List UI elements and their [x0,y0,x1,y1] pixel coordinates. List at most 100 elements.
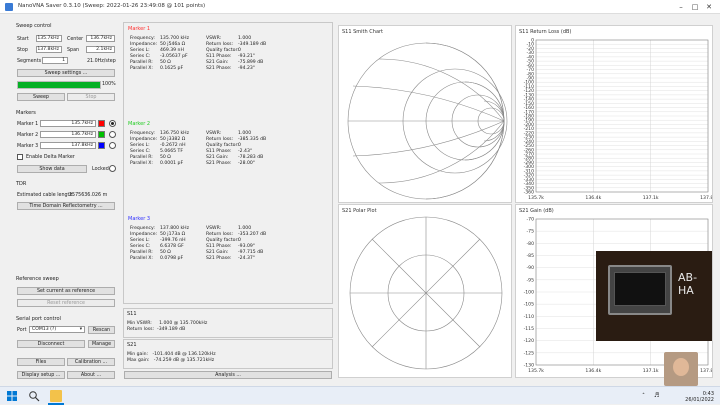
return-loss-xtick-label: 137.1k [643,195,659,201]
marker-data-area: Marker 1 Frequency: Impedance: Series L: Ser… [123,22,333,304]
show-data-button[interactable]: Show data [17,165,87,173]
return-loss-ytick-label: -360 [524,190,535,196]
marker3-label: Marker 3 [17,144,39,149]
gain-ytick-label: -130 [524,363,535,369]
smith-chart[interactable]: S11 Smith Chart [338,25,512,203]
maximize-icon[interactable]: □ [690,2,700,12]
files-button[interactable]: Files [17,358,65,366]
file-explorer-icon[interactable] [50,390,62,402]
marker1-field[interactable]: 135.7kHz [40,120,96,127]
marker2-label: Marker 2 [17,133,39,138]
polar-chart-svg [349,216,503,370]
locked-label: Locked [92,167,109,172]
delta-marker-checkbox[interactable] [17,154,23,160]
gain-xtick-label: 135.7k [528,368,544,374]
marker3-right-vals-1: -353.207 dB [238,232,267,237]
sweep-progress-fill [18,82,100,88]
smith-x-arc-9 [352,85,505,122]
marker3-color-swatch[interactable] [98,142,105,149]
rescan-button[interactable]: Rescan [88,326,115,334]
marker2-panel: Marker 2 Frequency: Impedance: Series L: Ser… [126,119,332,211]
app-icon [5,3,13,11]
span-field[interactable]: 2.1kHz [86,46,115,53]
left-controls: Sweep control Start 135.7kHz Center 136.… [0,14,122,386]
marker2-right-vals-5: -28.00° [238,161,256,166]
presenter-webcam [664,352,698,386]
sweep-button[interactable]: Sweep [17,93,65,101]
disconnect-button[interactable]: Disconnect [17,340,85,348]
gain-ytick-label: -75 [526,229,534,235]
marker1-right-vals-1: -349.189 dB [238,42,267,47]
marker1-color-swatch[interactable] [98,120,105,127]
markers-title: Markers [16,110,36,116]
smith-x-arc-7 [483,100,505,122]
minimize-icon[interactable]: – [676,2,686,12]
progress-text: 100% [102,82,116,87]
cable-length-label: Estimated cable length: [17,193,75,198]
span-label: Span [67,48,80,53]
gain-xtick-label: 137.8k [700,368,712,374]
reset-reference-button[interactable]: Reset reference [17,299,115,307]
gain-ytick-label: -100 [524,290,535,296]
webcam-text: AB-HA [678,271,698,297]
presenter-face-image [673,358,689,376]
manage-button[interactable]: Manage [88,340,115,348]
port-value: COM13 (?) [32,327,57,332]
port-select[interactable]: COM13 (?) ▾ [29,326,85,333]
serial-title: Serial port control [16,316,61,322]
smith-chart-svg [347,42,508,200]
marker1-radio[interactable] [109,120,116,127]
marker3-right-keys-5: S21 Phase: [206,256,232,261]
port-label: Port [17,328,27,333]
gain-ytick-label: -120 [524,338,535,344]
chevron-up-icon[interactable]: ˆ [642,393,645,400]
polar-chart[interactable]: S21 Polar Plot [338,204,512,378]
center-field[interactable]: 136.7kHz [86,35,115,42]
marker2-radio[interactable] [109,131,116,138]
marker3-right-vals-5: -24.37° [238,256,256,261]
windows-start-icon[interactable] [6,390,18,402]
calibration-button[interactable]: Calibration ... [67,358,115,366]
marker2-right-keys-5: S21 Phase: [206,161,232,166]
gain-ytick-label: -85 [526,253,534,259]
marker3-field[interactable]: 137.8kHz [40,142,96,149]
tdr-title: TDR [16,181,27,187]
marker3-panel: Marker 3 Frequency: Impedance: Series L: Ser… [126,214,332,304]
marker2-color-swatch[interactable] [98,131,105,138]
locked-radio[interactable] [109,165,116,172]
center-label: Center [67,37,84,42]
stop-field[interactable]: 137.8kHz [36,46,62,53]
analysis-button[interactable]: Analysis ... [124,371,332,379]
s21-summary-panel: S21 Min gain: -101.404 dB @ 136.120kHz M… [123,339,333,369]
display-setup-button[interactable]: Display setup ... [17,371,65,379]
marker3-left-vals-5: 0.0798 pF [160,256,184,261]
taskbar: ˆ ♬ 0:43 26/01/2022 [0,386,720,405]
sweep-progress-bar [17,81,101,89]
gain-ytick-label: -105 [524,302,535,308]
taskbar-clock[interactable]: 0:43 26/01/2022 [685,391,714,403]
return-loss-xtick-label: 135.7k [528,195,544,201]
about-button[interactable]: About ... [67,371,115,379]
marker1-right-keys-5: S21 Phase: [206,66,232,71]
nanovna-device-image [608,265,672,315]
gain-ytick-label: -95 [526,277,534,283]
start-field[interactable]: 135.7kHz [36,35,62,42]
speaker-icon[interactable]: ♬ [654,392,659,399]
search-icon[interactable] [28,390,40,402]
tdr-button[interactable]: Time Domain Reflectometry ... [17,202,115,210]
segments-label: Segments [17,59,42,64]
sweep-settings-button[interactable]: Sweep settings ... [17,69,115,77]
start-label: Start [17,37,29,42]
s11-summary-line2: Return loss: -349.189 dB [127,327,186,332]
stop-button[interactable]: Stop [67,93,115,101]
stop-label: Stop [17,48,28,53]
return-loss-chart[interactable]: S11 Return Loss (dB) 0 -10 -20 -30 -40 -50 -60… [515,25,713,203]
close-icon[interactable]: ✕ [704,2,714,12]
marker1-right-vals-5: -94.23° [238,66,256,71]
set-reference-button[interactable]: Set current as reference [17,287,115,295]
marker2-field[interactable]: 136.7kHz [40,131,96,138]
marker3-radio[interactable] [109,142,116,149]
segments-field[interactable]: 1 [42,57,68,64]
s11-summary-title: S11 [127,311,137,317]
marker1-panel: Marker 1 Frequency: Impedance: Series L: Ser… [126,24,332,116]
